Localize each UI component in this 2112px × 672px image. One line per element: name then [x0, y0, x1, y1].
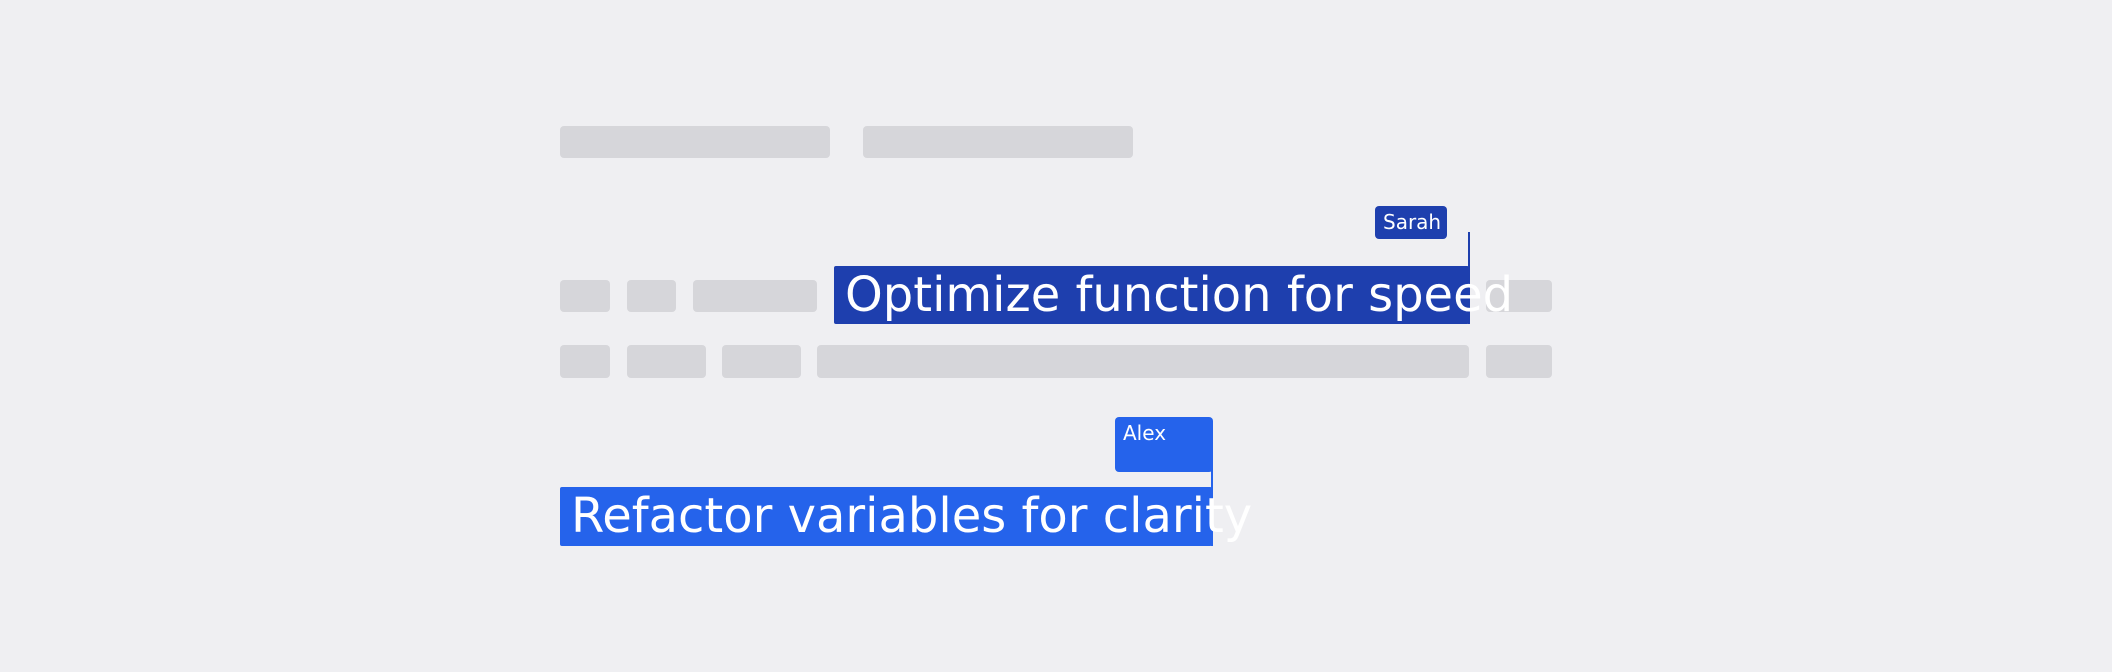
placeholder-block: [863, 126, 1133, 158]
placeholder-block: [722, 345, 801, 378]
placeholder-block: [560, 126, 830, 158]
collaborator-selection-alex[interactable]: Refactor variables for clarity: [560, 487, 1252, 546]
placeholder-block: [627, 280, 676, 312]
collaborator-selection-sarah[interactable]: Optimize function for speed: [834, 266, 1513, 324]
collaborator-name-tag-sarah: Sarah: [1375, 206, 1447, 239]
placeholder-block: [1486, 345, 1552, 378]
collaborator-name-tag-alex: Alex: [1115, 417, 1213, 472]
placeholder-block: [560, 345, 610, 378]
placeholder-block: [693, 280, 817, 312]
placeholder-block: [817, 345, 1469, 378]
placeholder-block: [627, 345, 706, 378]
placeholder-block: [560, 280, 610, 312]
